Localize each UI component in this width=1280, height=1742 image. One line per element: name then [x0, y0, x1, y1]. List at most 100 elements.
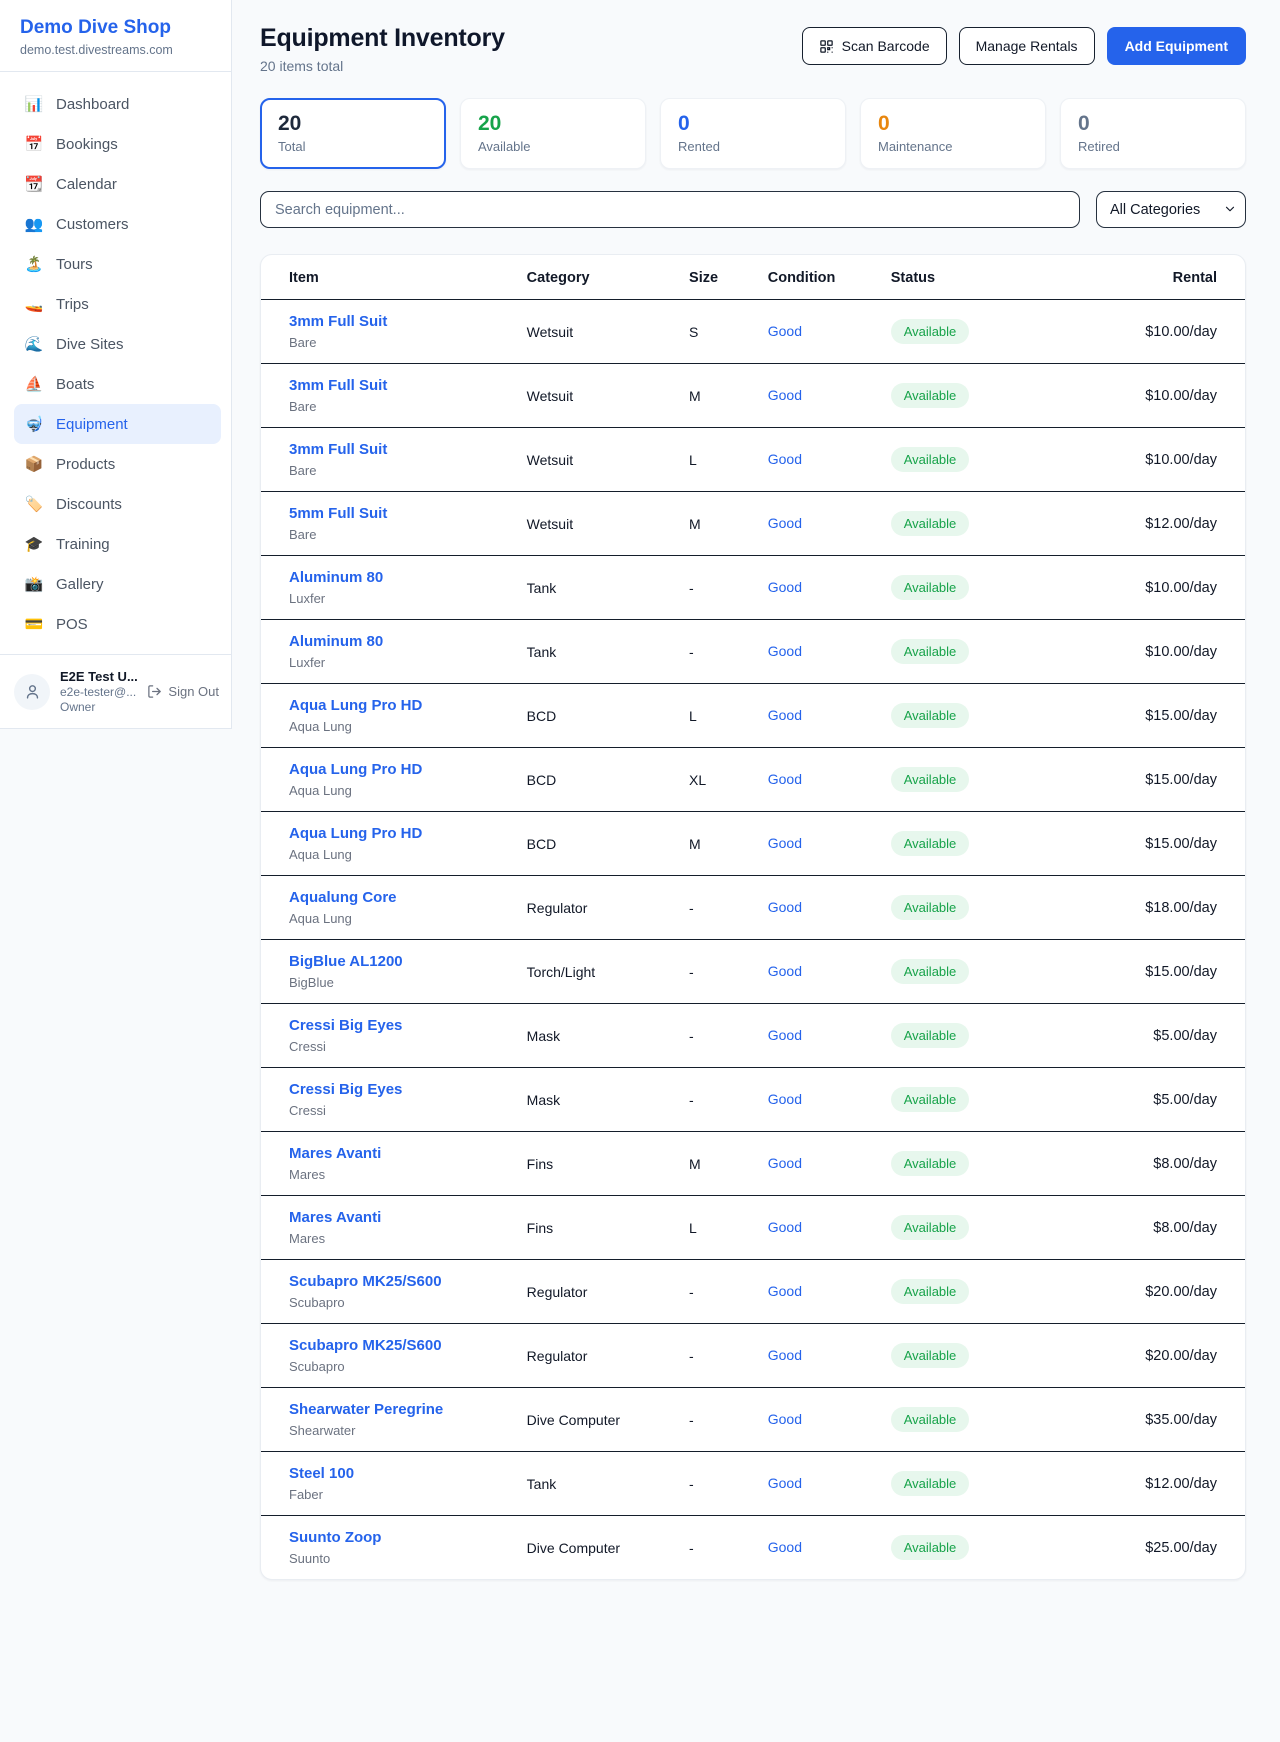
status-badge: Available: [891, 831, 970, 856]
condition-link[interactable]: Good: [768, 1347, 802, 1363]
condition-link[interactable]: Good: [768, 1027, 802, 1043]
item-category: Mask: [527, 1004, 689, 1068]
condition-link[interactable]: Good: [768, 323, 802, 339]
sidebar-item-bookings[interactable]: 📅 Bookings: [14, 124, 221, 164]
condition-link[interactable]: Good: [768, 899, 802, 915]
item-link[interactable]: Mares Avanti: [289, 1209, 381, 1226]
item-link[interactable]: Cressi Big Eyes: [289, 1081, 402, 1098]
item-link[interactable]: Aluminum 80: [289, 633, 383, 650]
condition-link[interactable]: Good: [768, 1219, 802, 1235]
sign-out-button[interactable]: Sign Out: [147, 684, 219, 699]
sidebar-item-training[interactable]: 🎓 Training: [14, 524, 221, 564]
item-link[interactable]: Aqua Lung Pro HD: [289, 825, 422, 842]
item-link[interactable]: Shearwater Peregrine: [289, 1401, 443, 1418]
item-rental: $10.00/day: [1078, 556, 1245, 620]
condition-link[interactable]: Good: [768, 1155, 802, 1171]
stat-card-retired[interactable]: 0 Retired: [1060, 98, 1246, 169]
sidebar-item-pos[interactable]: 💳 POS: [14, 604, 221, 644]
item-link[interactable]: Aqua Lung Pro HD: [289, 697, 422, 714]
item-size: -: [689, 1516, 768, 1580]
item-link[interactable]: Cressi Big Eyes: [289, 1017, 402, 1034]
stat-card-maintenance[interactable]: 0 Maintenance: [860, 98, 1046, 169]
stat-card-total[interactable]: 20 Total: [260, 98, 446, 169]
sidebar-item-calendar[interactable]: 📆 Calendar: [14, 164, 221, 204]
column-header-item: Item: [261, 255, 527, 300]
tours-icon: 🏝️: [24, 255, 44, 273]
item-link[interactable]: Mares Avanti: [289, 1145, 381, 1162]
add-equipment-button[interactable]: Add Equipment: [1107, 27, 1246, 65]
stat-label: Rented: [678, 139, 828, 154]
condition-link[interactable]: Good: [768, 1411, 802, 1427]
item-link[interactable]: Steel 100: [289, 1465, 354, 1482]
item-category: Dive Computer: [527, 1388, 689, 1452]
condition-link[interactable]: Good: [768, 707, 802, 723]
item-category: Regulator: [527, 1324, 689, 1388]
item-link[interactable]: 3mm Full Suit: [289, 441, 387, 458]
table-row: 3mm Full Suit Bare Wetsuit M Good Availa…: [261, 364, 1245, 428]
header-actions: Scan Barcode Manage Rentals Add Equipmen…: [802, 27, 1246, 65]
sidebar-item-tours[interactable]: 🏝️ Tours: [14, 244, 221, 284]
condition-link[interactable]: Good: [768, 387, 802, 403]
item-link[interactable]: Aqua Lung Pro HD: [289, 761, 422, 778]
item-category: BCD: [527, 748, 689, 812]
condition-link[interactable]: Good: [768, 1091, 802, 1107]
condition-link[interactable]: Good: [768, 835, 802, 851]
scan-barcode-button[interactable]: Scan Barcode: [802, 27, 947, 65]
item-brand: Mares: [289, 1231, 527, 1246]
item-link[interactable]: Scubapro MK25/S600: [289, 1273, 442, 1290]
stat-value: 0: [678, 112, 828, 136]
stat-label: Total: [278, 139, 428, 154]
status-badge: Available: [891, 1279, 970, 1304]
stat-card-available[interactable]: 20 Available: [460, 98, 646, 169]
sidebar-item-customers[interactable]: 👥 Customers: [14, 204, 221, 244]
filters-row: All Categories: [260, 191, 1246, 228]
category-select[interactable]: All Categories: [1096, 191, 1246, 228]
sidebar-item-boats[interactable]: ⛵ Boats: [14, 364, 221, 404]
condition-link[interactable]: Good: [768, 963, 802, 979]
item-link[interactable]: Suunto Zoop: [289, 1529, 381, 1546]
sidebar-item-dashboard[interactable]: 📊 Dashboard: [14, 84, 221, 124]
condition-link[interactable]: Good: [768, 579, 802, 595]
item-size: M: [689, 364, 768, 428]
stat-card-rented[interactable]: 0 Rented: [660, 98, 846, 169]
sign-out-label: Sign Out: [168, 684, 219, 699]
calendar-icon: 📆: [24, 175, 44, 193]
item-link[interactable]: 3mm Full Suit: [289, 377, 387, 394]
column-header-condition: Condition: [768, 255, 891, 300]
condition-link[interactable]: Good: [768, 1539, 802, 1555]
condition-link[interactable]: Good: [768, 451, 802, 467]
item-size: -: [689, 1388, 768, 1452]
item-link[interactable]: Scubapro MK25/S600: [289, 1337, 442, 1354]
item-link[interactable]: Aluminum 80: [289, 569, 383, 586]
table-row: Cressi Big Eyes Cressi Mask - Good Avail…: [261, 1004, 1245, 1068]
condition-link[interactable]: Good: [768, 643, 802, 659]
qr-code-icon: [819, 39, 834, 54]
item-link[interactable]: Aqualung Core: [289, 889, 397, 906]
status-badge: Available: [891, 383, 970, 408]
column-header-status: Status: [891, 255, 1078, 300]
sidebar-item-products[interactable]: 📦 Products: [14, 444, 221, 484]
category-select-wrap: All Categories: [1096, 191, 1246, 228]
item-size: L: [689, 684, 768, 748]
sidebar-item-discounts[interactable]: 🏷️ Discounts: [14, 484, 221, 524]
sidebar-item-dive-sites[interactable]: 🌊 Dive Sites: [14, 324, 221, 364]
sidebar-item-trips[interactable]: 🚤 Trips: [14, 284, 221, 324]
item-size: M: [689, 492, 768, 556]
search-input[interactable]: [260, 191, 1080, 228]
item-rental: $15.00/day: [1078, 812, 1245, 876]
brand-logo[interactable]: Demo Dive Shop: [20, 17, 211, 39]
sidebar-item-gallery[interactable]: 📸 Gallery: [14, 564, 221, 604]
condition-link[interactable]: Good: [768, 1475, 802, 1491]
item-link[interactable]: BigBlue AL1200: [289, 953, 403, 970]
status-badge: Available: [891, 1151, 970, 1176]
item-category: Tank: [527, 620, 689, 684]
status-badge: Available: [891, 1535, 970, 1560]
condition-link[interactable]: Good: [768, 771, 802, 787]
condition-link[interactable]: Good: [768, 515, 802, 531]
manage-rentals-button[interactable]: Manage Rentals: [959, 27, 1095, 65]
item-link[interactable]: 3mm Full Suit: [289, 313, 387, 330]
item-link[interactable]: 5mm Full Suit: [289, 505, 387, 522]
sidebar-item-equipment[interactable]: 🤿 Equipment: [14, 404, 221, 444]
condition-link[interactable]: Good: [768, 1283, 802, 1299]
table-header-row: Item Category Size Condition Status Rent…: [261, 255, 1245, 300]
